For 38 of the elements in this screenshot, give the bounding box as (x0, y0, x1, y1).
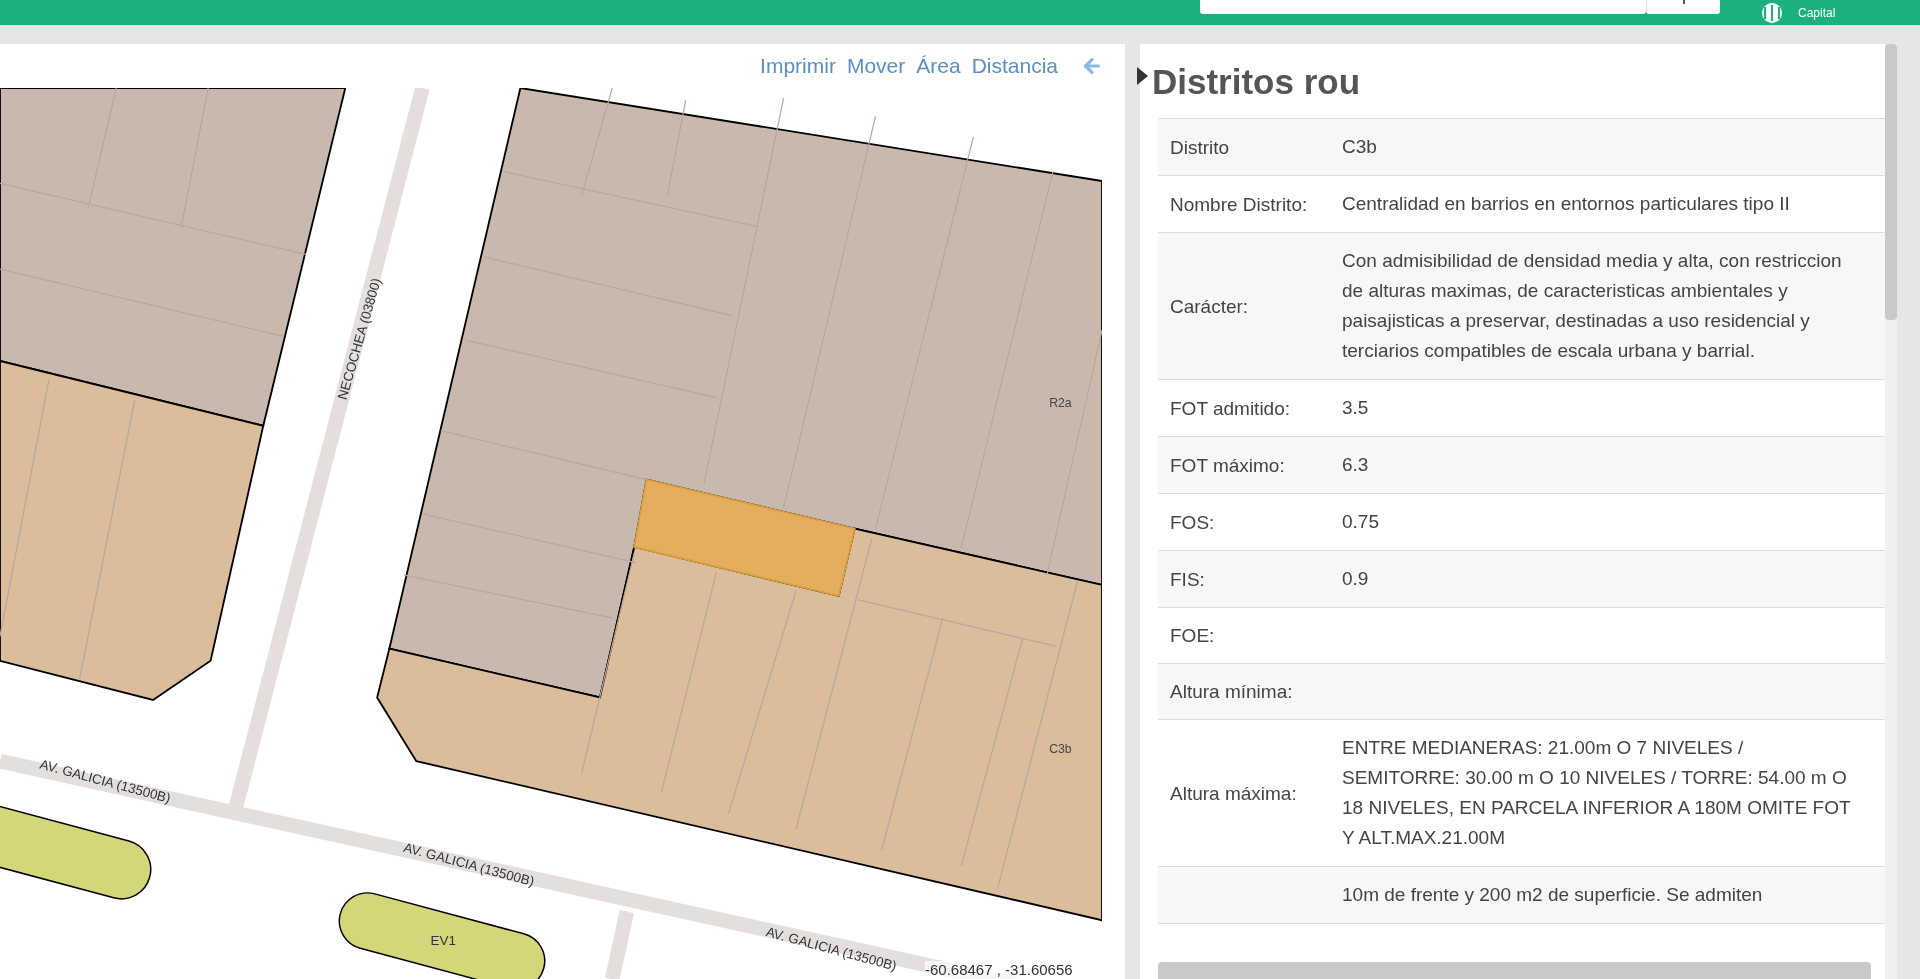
park-label: EV1 (430, 932, 456, 948)
field-value: C3b (1342, 135, 1377, 159)
horizontal-scrollbar[interactable] (1158, 962, 1871, 979)
map-tool-link[interactable]: Mover (846, 50, 906, 82)
field-label: FOT máximo: (1170, 453, 1285, 478)
map-tool-link[interactable]: Distancia (971, 50, 1058, 82)
field-label: FOT admitido: (1170, 396, 1291, 421)
field-label: Nombre Distrito: (1170, 192, 1308, 217)
logo-text: Capital (1798, 6, 1836, 19)
field-label: Carácter: (1170, 294, 1249, 319)
field-label: FOE: (1170, 624, 1215, 648)
field-label: Altura máxima: (1170, 781, 1297, 806)
street-strip (605, 910, 635, 979)
search-field[interactable] (1200, 0, 1646, 14)
field-label: FOS: (1170, 510, 1215, 535)
field-label: Distrito (1170, 135, 1230, 160)
zone-label: C3b (1049, 741, 1072, 756)
field-value: 10m de frente y 200 m2 de superficie. Se admiten (1342, 883, 1763, 907)
scrollbar-thumb[interactable] (1885, 44, 1897, 320)
back-arrow-icon[interactable] (1081, 55, 1103, 77)
highlighted-parcel[interactable] (633, 478, 856, 598)
field-value: 0.75 (1342, 510, 1379, 534)
search-dropdown[interactable] (1646, 0, 1720, 14)
field-label: Altura mínima: (1170, 680, 1293, 704)
field-value: 0.9 (1342, 567, 1369, 591)
map-tool-link[interactable]: Imprimir (760, 50, 836, 82)
field-label: FIS: (1170, 567, 1205, 592)
field-value: ENTRE MEDIANERAS: 21.00m O 7 NIVELES / SEMITORRE: 30.00 m O 10 NIVELES / TORRE: 54.00 m O 18 NIVELES, EN PARCELA INFERIOR A 180M OMITE FOT Y ALT.MAX.21.00M (1342, 736, 1852, 850)
field-value: Con admisibilidad de densidad media y alta, con restriccion de alturas maximas, de caracteristicas ambientales y paisajisticas a preservar, destinadas a uso residencial y terciarios compatibles de escala urbana y barrial. (1342, 249, 1843, 363)
field-value: Centralidad en barrios en entornos particulares tipo II (1342, 192, 1790, 216)
map-tool-link[interactable]: Área (916, 50, 961, 82)
field-value: 3.5 (1342, 396, 1369, 420)
field-value: 6.3 (1342, 453, 1369, 477)
caret-right-icon[interactable] (1137, 67, 1148, 85)
map-coordinates: -60.68467 , -31.60656 (925, 961, 1073, 979)
panel-title: Distritos rou (1152, 63, 1361, 99)
zone-label: R2a (1049, 396, 1072, 411)
vertical-scrollbar[interactable] (1885, 44, 1897, 979)
